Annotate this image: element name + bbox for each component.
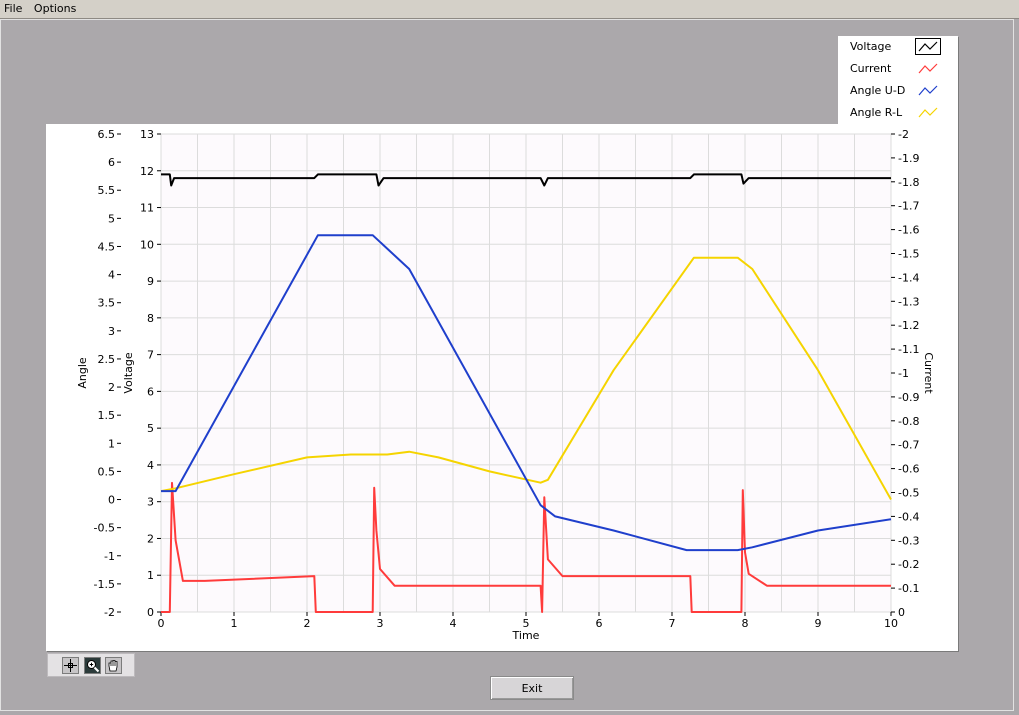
angle-tick-label: -1 — [104, 550, 115, 563]
x-tick-label: 8 — [742, 617, 749, 630]
angle-tick-label: -0.5 — [94, 522, 115, 535]
current-tick-label: -1.9 — [898, 152, 919, 165]
legend-label: Voltage — [850, 40, 892, 53]
angle-tick-label: 2 — [108, 381, 115, 394]
voltage-tick-label: 5 — [147, 422, 154, 435]
legend-item-current[interactable]: Current — [838, 58, 958, 80]
voltage-tick-label: 1 — [147, 569, 154, 582]
x-tick-label: 7 — [669, 617, 676, 630]
angle-tick-label: 3 — [108, 325, 115, 338]
pan-hand-icon[interactable] — [105, 657, 122, 674]
current-tick-label: -0.1 — [898, 582, 919, 595]
angle-tick-label: 4 — [108, 269, 115, 282]
x-tick-label: 1 — [231, 617, 238, 630]
legend-label: Current — [850, 62, 892, 75]
x-tick-label: 3 — [377, 617, 384, 630]
legend-line-sample-icon — [915, 82, 941, 99]
x-tick-label: 2 — [304, 617, 311, 630]
legend-item-voltage[interactable]: Voltage — [838, 36, 958, 58]
current-tick-label: -0.4 — [898, 510, 919, 523]
voltage-tick-label: 11 — [140, 202, 154, 215]
angle-tick-label: 6.5 — [98, 128, 116, 141]
angle-tick-label: 5 — [108, 212, 115, 225]
legend-label: Angle R-L — [850, 106, 903, 119]
angle-tick-label: 4.5 — [98, 240, 116, 253]
menu-options[interactable]: Options — [30, 0, 80, 18]
current-tick-label: -0.8 — [898, 415, 919, 428]
current-tick-label: -1.5 — [898, 248, 919, 261]
current-tick-label: -0.9 — [898, 391, 919, 404]
current-tick-label: -1.1 — [898, 343, 919, 356]
cursor-crosshair-icon[interactable] — [62, 657, 79, 674]
voltage-tick-label: 6 — [147, 385, 154, 398]
voltage-tick-label: 9 — [147, 275, 154, 288]
legend-item-angle-rl[interactable]: Angle R-L — [838, 102, 958, 124]
current-tick-label: -1.2 — [898, 319, 919, 332]
plot-legend[interactable]: Voltage Current Angle U-D Angle R-L — [838, 36, 958, 124]
graph-palette — [47, 653, 135, 677]
angle-tick-label: 1 — [108, 437, 115, 450]
current-tick-label: -0.6 — [898, 463, 919, 476]
legend-line-sample-icon — [915, 104, 941, 121]
x-tick-label: 6 — [596, 617, 603, 630]
x-axis-title: Time — [512, 629, 540, 642]
voltage-tick-label: 3 — [147, 496, 154, 509]
current-tick-label: -0.2 — [898, 558, 919, 571]
current-tick-label: -1 — [898, 367, 909, 380]
angle-tick-label: 0 — [108, 494, 115, 507]
angle-tick-label: 5.5 — [98, 184, 116, 197]
angle-tick-label: -2 — [104, 606, 115, 619]
voltage-tick-label: 0 — [147, 606, 154, 619]
voltage-tick-label: 10 — [140, 238, 154, 251]
angle-tick-label: 2.5 — [98, 353, 116, 366]
menu-file[interactable]: File — [0, 0, 26, 18]
x-tick-label: 4 — [450, 617, 457, 630]
x-tick-label: 10 — [884, 617, 898, 630]
menu-bar: File Options — [0, 0, 1019, 19]
x-tick-label: 9 — [815, 617, 822, 630]
voltage-tick-label: 7 — [147, 349, 154, 362]
angle-tick-label: 1.5 — [98, 409, 116, 422]
zoom-tool-icon[interactable] — [84, 657, 101, 674]
current-tick-label: -2 — [898, 128, 909, 141]
y-axis-title-angle: Angle — [76, 357, 89, 389]
voltage-tick-label: 2 — [147, 532, 154, 545]
graph-plot: 0 1 2 3 4 5 6 7 8 9 106.565.554.543.532.521.510.50… — [76, 128, 935, 642]
exit-button[interactable]: Exit — [490, 676, 574, 700]
voltage-tick-label: 12 — [140, 165, 154, 178]
current-tick-label: -0.3 — [898, 534, 919, 547]
angle-tick-label: 6 — [108, 156, 115, 169]
angle-tick-label: -1.5 — [94, 578, 115, 591]
voltage-tick-label: 4 — [147, 459, 154, 472]
voltage-tick-label: 8 — [147, 312, 154, 325]
x-tick-label: 0 — [158, 617, 165, 630]
legend-line-sample-icon — [915, 60, 941, 77]
waveform-graph[interactable]: 0 1 2 3 4 5 6 7 8 9 10 6.5 6 5.5 5 4.5 4 3.5 3 2.5 2 1.5 1 0.5 0… — [46, 124, 958, 651]
current-tick-label: -1.7 — [898, 200, 919, 213]
legend-label: Angle U-D — [850, 84, 906, 97]
current-tick-label: 0 — [898, 606, 905, 619]
y-axis-title-current: Current — [922, 352, 935, 394]
current-tick-label: -1.8 — [898, 176, 919, 189]
current-tick-label: -0.5 — [898, 487, 919, 500]
legend-line-sample-icon — [915, 38, 941, 55]
current-tick-label: -1.4 — [898, 271, 919, 284]
angle-tick-label: 0.5 — [98, 465, 116, 478]
legend-item-angle-ud[interactable]: Angle U-D — [838, 80, 958, 102]
angle-tick-label: 3.5 — [98, 297, 116, 310]
voltage-tick-label: 13 — [140, 128, 154, 141]
current-tick-label: -1.6 — [898, 224, 919, 237]
current-tick-label: -1.3 — [898, 295, 919, 308]
current-tick-label: -0.7 — [898, 439, 919, 452]
y-axis-title-voltage: Voltage — [122, 352, 135, 393]
